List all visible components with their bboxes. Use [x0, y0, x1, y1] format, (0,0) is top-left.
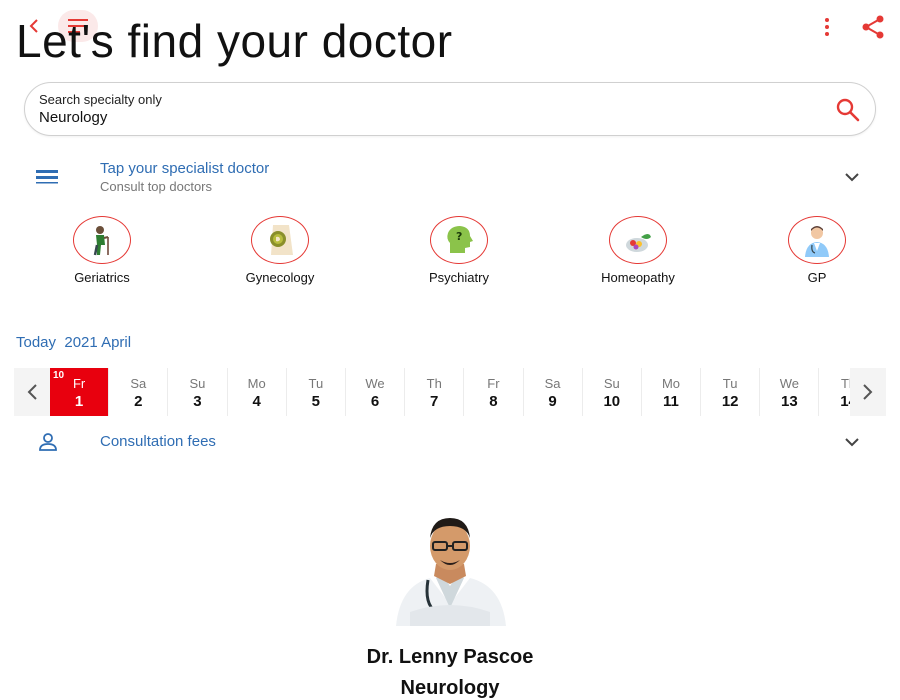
search-icon[interactable] [835, 97, 861, 123]
svg-text:?: ? [456, 230, 462, 243]
calendar-day-number: 3 [193, 393, 202, 410]
calendar-day-number: 1 [74, 393, 84, 410]
calendar-day-number: 11 [663, 393, 679, 410]
chevron-left-icon [27, 384, 37, 400]
doctor-name[interactable]: Dr. Lenny Pascoe [0, 646, 900, 669]
specialist-section-title[interactable]: Tap your specialist doctor [100, 160, 269, 177]
share-icon[interactable] [860, 14, 886, 40]
calendar-day-selected[interactable]: 10 Fr 1 [50, 368, 110, 416]
specialty-gp[interactable]: GP [757, 216, 877, 285]
calendar-day[interactable]: Th 7 [405, 368, 465, 416]
search-field[interactable]: Search specialty only Neurology [24, 82, 876, 136]
specialty-geriatrics[interactable]: Geriatrics [42, 216, 162, 285]
doctor-photo[interactable] [390, 508, 510, 626]
head-question-icon: ? [447, 226, 473, 253]
specialty-homeopathy[interactable]: Homeopathy [578, 216, 698, 285]
calendar-day[interactable]: Su 10 [582, 368, 642, 416]
doctor-icon [805, 226, 829, 257]
pregnancy-icon [270, 225, 293, 255]
calendar-day-number: 8 [489, 393, 498, 410]
calendar-day-badge: 10 [53, 370, 65, 381]
doctor-portrait-icon [390, 508, 510, 626]
calendar-next-button[interactable] [850, 368, 886, 416]
calendar-day-number: 5 [311, 393, 321, 410]
calendar-weekday: Mo [247, 376, 266, 391]
specialty-label: Gynecology [245, 270, 315, 285]
date-strip: 10 Fr 1 Sa 2 Su 3 Mo 4 Tu 5 We 6 Th 7 Fr 8 Sa 9 Su 10 Mo 11 Tu 1… [14, 368, 886, 416]
calendar-day-number: 13 [781, 393, 798, 410]
search-input[interactable]: Neurology [39, 109, 107, 126]
calendar-day[interactable]: Mo 11 [641, 368, 702, 416]
calendar-weekday: Su [603, 376, 620, 391]
page-title: Let's find your doctor [16, 15, 453, 67]
calendar-weekday: We [779, 376, 799, 391]
calendar-weekday: Su [189, 376, 206, 391]
search-label: Search specialty only [39, 92, 162, 107]
calendar-weekday: Th [426, 376, 442, 391]
calendar-heading: Today 2021 April [16, 334, 131, 351]
specialist-section-subtitle: Consult top doctors [100, 179, 213, 194]
calendar-days: 10 Fr 1 Sa 2 Su 3 Mo 4 Tu 5 We 6 Th 7 Fr 8 Sa 9 Su 10 Mo 11 Tu 1… [50, 368, 879, 416]
specialty-label: Homeopathy [601, 270, 675, 285]
calendar-day[interactable]: Sa 2 [109, 368, 169, 416]
calendar-weekday: Sa [544, 376, 561, 391]
calendar-day[interactable]: We 13 [760, 368, 820, 416]
specialty-label: Psychiatry [429, 270, 489, 285]
consultation-fees-toggle[interactable]: Consultation fees [100, 433, 216, 450]
calendar-day-number: 10 [603, 393, 621, 410]
calendar-day-number: 2 [134, 393, 143, 410]
calendar-weekday: Sa [130, 376, 147, 391]
chevron-down-icon[interactable] [844, 437, 860, 447]
calendar-day[interactable]: Su 3 [168, 368, 228, 416]
elderly-person-icon [93, 226, 109, 256]
person-icon [39, 433, 57, 451]
calendar-weekday: Mo [661, 376, 680, 391]
calendar-weekday: Fr [487, 376, 500, 391]
calendar-day-number: 9 [548, 393, 557, 410]
calendar-day-number: 4 [252, 393, 261, 410]
more-vertical-icon[interactable] [818, 16, 836, 38]
today-label[interactable]: Today [16, 334, 56, 351]
calendar-day[interactable]: Sa 9 [523, 368, 583, 416]
calendar-weekday: We [365, 376, 385, 391]
chevron-down-icon[interactable] [844, 172, 860, 182]
calendar-day-number: 12 [721, 393, 739, 410]
specialty-label: GP [807, 270, 827, 285]
specialty-psychiatry[interactable]: ? Psychiatry [399, 216, 519, 285]
calendar-day[interactable]: Fr 8 [464, 368, 524, 416]
calendar-day[interactable]: Mo 4 [227, 368, 287, 416]
calendar-day[interactable]: We 6 [345, 368, 406, 416]
herbal-bowl-icon [626, 234, 651, 252]
doctor-specialty: Neurology [400, 677, 500, 699]
list-icon [36, 170, 58, 184]
chevron-right-icon [863, 384, 873, 400]
calendar-weekday: Tu [308, 376, 324, 391]
calendar-day-number: 7 [430, 393, 439, 410]
calendar-prev-button[interactable] [14, 368, 50, 416]
calendar-day[interactable]: Tu 5 [286, 368, 346, 416]
calendar-weekday: Tu [722, 376, 738, 391]
calendar-day[interactable]: Tu 12 [701, 368, 761, 416]
calendar-day-number: 6 [370, 393, 380, 410]
month-label: 2021 April [64, 334, 132, 351]
specialty-gynecology[interactable]: Gynecology [220, 216, 340, 285]
specialty-label: Geriatrics [74, 270, 130, 285]
